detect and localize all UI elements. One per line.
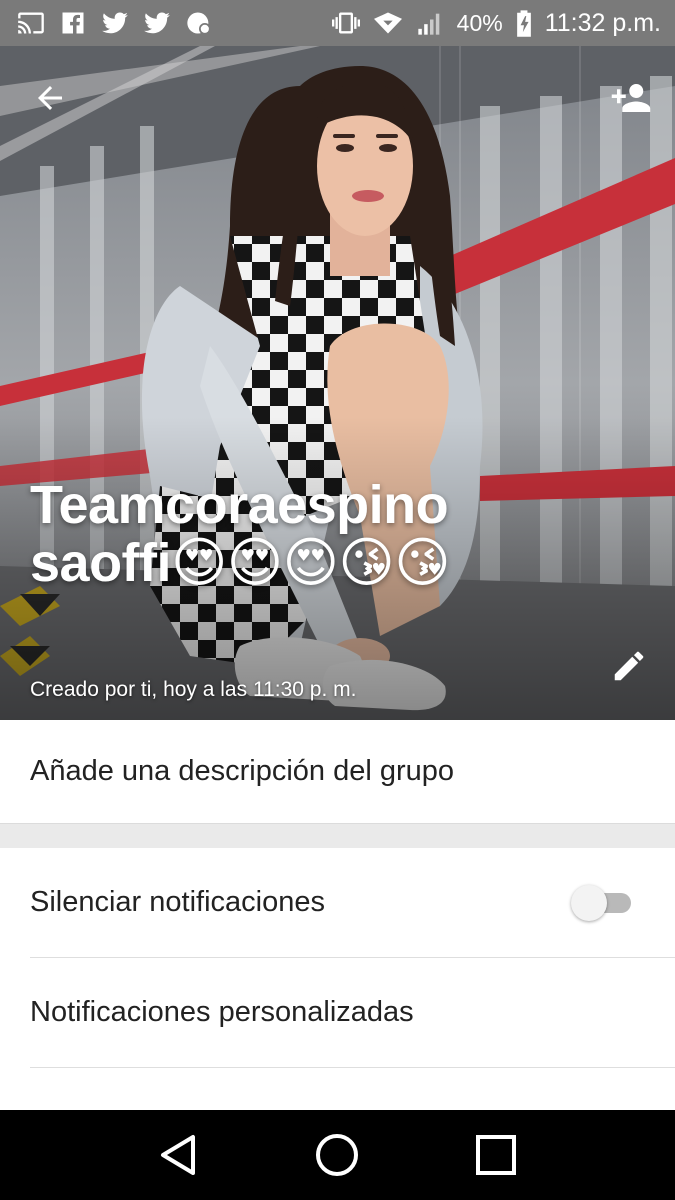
mute-notifications-row[interactable]: Silenciar notificaciones [0,848,675,957]
group-title: Teamcoraespinosaoffi😍😍😍😘😘 [30,475,451,593]
twitter-icon [100,8,130,38]
status-bar-right: 40% 11:32 p.m. [331,8,661,38]
group-photo[interactable] [0,46,675,720]
status-bar: 40% 11:32 p.m. [0,0,675,46]
clock: 11:32 p.m. [544,8,661,37]
add-person-icon [611,84,651,112]
recents-square-icon [475,1135,516,1175]
twitter-icon [142,8,172,38]
facebook-icon [58,8,88,38]
status-bar-left [16,8,214,38]
back-triangle-icon [161,1135,196,1175]
pencil-icon [614,651,644,681]
mute-toggle-thumb [571,884,607,921]
custom-notifications-label: Notificaciones personalizadas [30,996,414,1028]
add-description-row[interactable]: Añade una descripción del grupo [0,720,675,824]
nav-recents-button[interactable] [466,1125,526,1185]
nav-home-button[interactable] [307,1125,367,1185]
mute-toggle[interactable] [571,883,635,923]
signal-icon [415,8,445,38]
battery-charging-icon [515,8,533,38]
group-header: Teamcoraespinosaoffi😍😍😍😘😘 Creado por ti,… [0,46,675,720]
group-created-info: Creado por ti, hoy a las 11:30 p. m. [30,678,357,701]
wifi-icon [373,8,403,38]
section-separator [0,824,675,848]
edit-subject-button[interactable] [601,638,657,694]
mute-notifications-label: Silenciar notificaciones [30,886,325,918]
arrow-back-icon [38,86,62,110]
back-button[interactable] [22,70,78,126]
next-settings-row[interactable] [0,1068,675,1110]
cast-icon [16,8,46,38]
navigation-bar [0,1110,675,1200]
custom-notifications-row[interactable]: Notificaciones personalizadas [0,958,675,1067]
battery-percent: 40% [456,9,503,36]
vibrate-icon [331,8,361,38]
app-notification-icon [184,8,214,38]
home-circle-icon [316,1134,359,1176]
add-description-label: Añade una descripción del grupo [30,755,455,787]
add-participant-button[interactable] [603,70,659,126]
nav-back-button[interactable] [149,1125,209,1185]
